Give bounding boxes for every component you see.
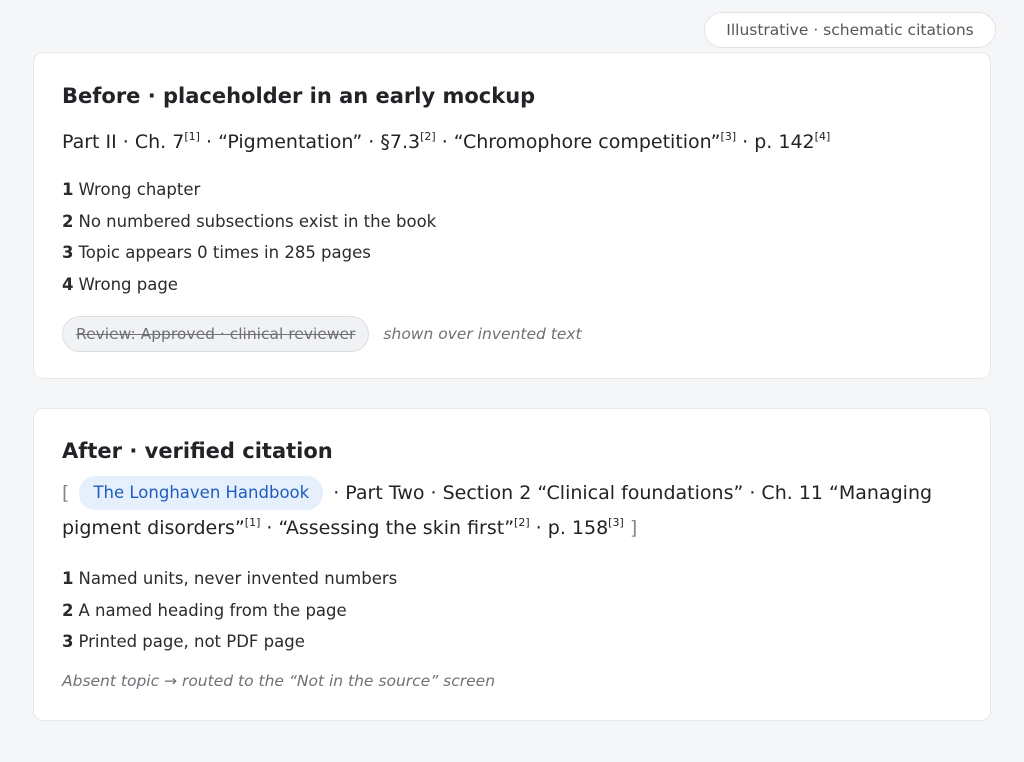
- note-text: Printed page, not PDF page: [78, 632, 305, 651]
- after-note: 1 Named units, never invented numbers: [62, 563, 962, 595]
- after-citation-ref-3: [3]: [608, 516, 624, 529]
- before-citation-ref-4: [4]: [814, 130, 831, 143]
- schematic-citations-badge: Illustrative · schematic citations: [704, 12, 996, 48]
- note-text: Wrong page: [78, 274, 178, 294]
- note-number: 4: [62, 274, 74, 294]
- citation-open-bracket: [: [62, 482, 70, 504]
- before-notes-list: 1 Wrong chapter 2 No numbered subsections …: [62, 174, 962, 300]
- note-text: Wrong chapter: [78, 180, 201, 199]
- note-text: No numbered subsections exist in the boo…: [78, 211, 437, 231]
- absent-topic-footnote: Absent topic → routed to the “Not in the…: [62, 671, 496, 690]
- after-citation-segment-3: · p. 158: [529, 517, 609, 539]
- note-text: Named units, never invented numbers: [78, 569, 398, 588]
- note-number: 2: [62, 600, 74, 620]
- before-citation-ref-2: [2]: [420, 130, 436, 143]
- before-citation-segment-2: · “Pigmentation” · §7.3: [199, 131, 421, 153]
- before-note: 2 No numbered subsections exist in the bo…: [62, 206, 962, 238]
- review-approved-chip: Review: Approved · clinical reviewer: [62, 316, 370, 352]
- before-citation-segment-3: · “Chromophore competition”: [435, 131, 721, 153]
- citation-close-bracket: ]: [629, 517, 638, 539]
- after-note: 2A named heading from the page: [62, 595, 962, 627]
- after-notes-list: 1 Named units, never invented numbers 2A …: [62, 563, 962, 658]
- note-text: Topic appears 0 times in 285 pages: [78, 243, 371, 262]
- after-card-title: After · verified citation: [62, 439, 333, 463]
- note-number: 3: [62, 632, 74, 651]
- before-note: 3 Topic appears 0 times in 285 pages: [62, 237, 962, 269]
- after-citation-segment-2: · “Assessing the skin first”: [260, 517, 515, 539]
- before-citation-segment-4: · p. 142: [736, 131, 815, 153]
- note-number: 3: [62, 243, 74, 262]
- before-citation-ref-3: [3]: [720, 130, 737, 143]
- after-citation: [ The Longhaven Handbook · Part Two · Se…: [62, 476, 962, 546]
- after-note: 3 Printed page, not PDF page: [62, 626, 962, 658]
- before-note: 1 Wrong chapter: [62, 174, 962, 206]
- before-card-title: Before · placeholder in an early mockup: [62, 84, 536, 108]
- before-citation-part: Part II · Ch. 7: [62, 131, 185, 153]
- before-note: 4 Wrong page: [62, 269, 962, 301]
- note-text: A named heading from the page: [78, 600, 347, 620]
- after-card: After · verified citation [ The Longhave…: [33, 408, 991, 721]
- review-note: shown over invented text: [383, 325, 582, 343]
- after-citation-ref-2: [2]: [514, 516, 530, 529]
- before-citation-ref-1: [1]: [184, 130, 200, 143]
- before-card: Before · placeholder in an early mockup …: [33, 52, 991, 379]
- note-number: 1: [62, 569, 74, 588]
- after-citation-ref-1: [1]: [244, 516, 261, 529]
- book-title-chip[interactable]: The Longhaven Handbook: [79, 476, 324, 510]
- before-citation: Part II · Ch. 7[1] · “Pigmentation” · §7…: [62, 125, 962, 160]
- note-number: 2: [62, 211, 74, 231]
- note-number: 1: [62, 180, 74, 199]
- review-row: Review: Approved · clinical reviewer sho…: [62, 316, 962, 352]
